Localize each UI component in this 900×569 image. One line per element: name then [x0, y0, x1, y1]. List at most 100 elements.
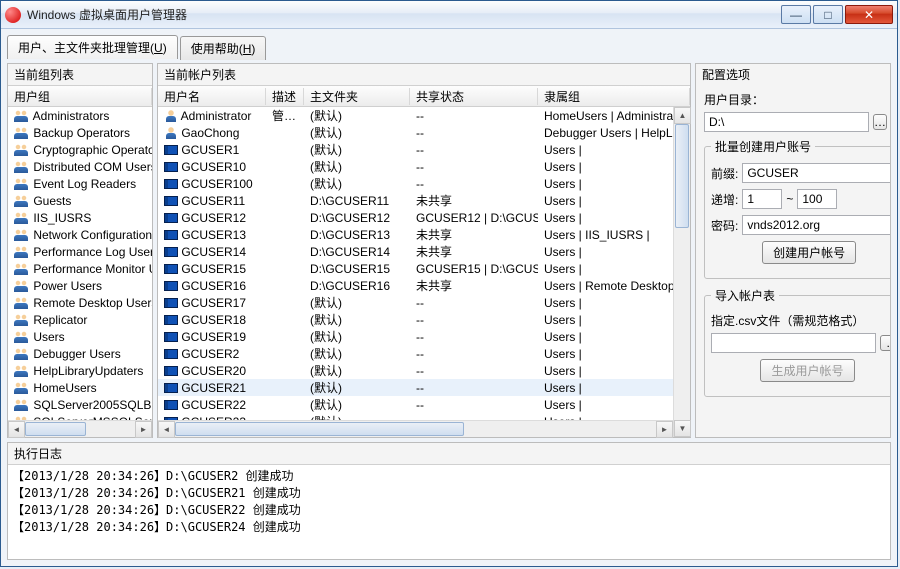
browse-csv-button[interactable]: … [880, 335, 890, 351]
password-input[interactable] [742, 215, 890, 235]
users-icon [14, 280, 30, 292]
user-row[interactable]: GCUSER20(默认)--Users | [158, 362, 673, 379]
scroll-h-left[interactable]: ◄ ► [8, 420, 152, 437]
log-title: 执行日志 [8, 443, 890, 464]
scroll-right-icon[interactable]: ► [656, 421, 673, 438]
log-line: 【2013/1/28 20:34:26】D:\GCUSER2 创建成功 [12, 467, 886, 484]
group-row[interactable]: HelpLibraryUpdaters [8, 362, 152, 379]
panel-config: 配置选项 用户目录： … 批量创建用户账号 前缀: 递增 [695, 63, 891, 438]
panel-users-title: 当前帐户列表 [158, 64, 690, 85]
scroll-up-icon[interactable]: ▲ [674, 107, 691, 124]
user-row[interactable]: GCUSER1(默认)--Users | [158, 141, 673, 158]
group-row[interactable]: HomeUsers [8, 379, 152, 396]
group-row[interactable]: Distributed COM Users [8, 158, 152, 175]
user-row[interactable]: GCUSER14D:\GCUSER14未共享Users | [158, 243, 673, 260]
col-home[interactable]: 主文件夹 [304, 88, 410, 105]
user-row[interactable]: GCUSER2(默认)--Users | [158, 345, 673, 362]
app-icon [5, 7, 21, 23]
scroll-left-icon[interactable]: ◄ [8, 421, 25, 438]
create-users-button[interactable]: 创建用户帐号 [762, 241, 856, 264]
group-row[interactable]: Performance Monitor Us [8, 260, 152, 277]
users-icon [14, 110, 30, 122]
account-icon [164, 179, 178, 189]
account-icon [164, 315, 178, 325]
log-body: 【2013/1/28 20:34:26】D:\GCUSER2 创建成功【2013… [8, 464, 890, 559]
users-icon [14, 212, 30, 224]
col-group[interactable]: 用户组 [8, 88, 152, 105]
csv-path-input[interactable] [711, 333, 876, 353]
userdir-input[interactable] [704, 112, 869, 132]
col-group[interactable]: 隶属组 [538, 88, 690, 105]
col-username[interactable]: 用户名 [158, 88, 266, 105]
group-row[interactable]: Guests [8, 192, 152, 209]
account-icon [164, 366, 178, 376]
group-row[interactable]: Cryptographic Operator [8, 141, 152, 158]
account-icon [164, 213, 178, 223]
users-icon [14, 161, 30, 173]
tab-help[interactable]: 使用帮助(H) [180, 36, 267, 60]
group-row[interactable]: Users [8, 328, 152, 345]
users-icon [14, 229, 30, 241]
scroll-right-icon[interactable]: ► [135, 421, 152, 438]
user-row[interactable]: GCUSER19(默认)--Users | [158, 328, 673, 345]
user-row[interactable]: GCUSER10(默认)--Users | [158, 158, 673, 175]
group-row[interactable]: Remote Desktop Users [8, 294, 152, 311]
users-icon [14, 399, 30, 411]
panel-config-title: 配置选项 [696, 64, 890, 85]
user-icon [164, 127, 178, 139]
import-fieldset: 导入帐户表 指定.csv文件（需规范格式） … 生成用户帐号 [704, 287, 890, 397]
tab-manage[interactable]: 用户、主文件夹批理管理(U) [7, 35, 178, 59]
account-icon [164, 247, 178, 257]
group-row[interactable]: Power Users [8, 277, 152, 294]
increment-to-input[interactable] [797, 189, 837, 209]
col-desc[interactable]: 描述 [266, 88, 304, 105]
user-row[interactable]: GaoChong(默认)--Debugger Users | HelpLibra… [158, 124, 673, 141]
close-button[interactable]: ✕ [845, 5, 893, 24]
generate-users-button[interactable]: 生成用户帐号 [760, 359, 854, 382]
tab-help-label: 使用帮助 [191, 42, 239, 56]
group-row[interactable]: Backup Operators [8, 124, 152, 141]
log-line: 【2013/1/28 20:34:26】D:\GCUSER21 创建成功 [12, 484, 886, 501]
user-row[interactable]: GCUSER100(默认)--Users | [158, 175, 673, 192]
col-share[interactable]: 共享状态 [410, 88, 538, 105]
panel-groups-title: 当前组列表 [8, 64, 152, 85]
scroll-left-icon[interactable]: ◄ [158, 421, 175, 438]
user-row[interactable]: GCUSER22(默认)--Users | [158, 396, 673, 413]
user-row[interactable]: GCUSER21(默认)--Users | [158, 379, 673, 396]
increment-from-input[interactable] [742, 189, 782, 209]
group-row[interactable]: SQLServer2005SQLBrow [8, 396, 152, 413]
user-icon [164, 110, 178, 122]
group-row[interactable]: SQLServerMSSQLServer [8, 413, 152, 420]
group-row[interactable]: Event Log Readers [8, 175, 152, 192]
batch-fieldset: 批量创建用户账号 前缀: 递增: ~ 密码: [704, 138, 890, 279]
user-row[interactable]: GCUSER13D:\GCUSER13未共享Users | IIS_IUSRS … [158, 226, 673, 243]
group-row[interactable]: Replicator [8, 311, 152, 328]
account-icon [164, 332, 178, 342]
group-row[interactable]: Administrators [8, 107, 152, 124]
user-row[interactable]: GCUSER12D:\GCUSER12GCUSER12 | D:\GCUSER1… [158, 209, 673, 226]
prefix-input[interactable] [742, 163, 890, 183]
user-row[interactable]: GCUSER17(默认)--Users | [158, 294, 673, 311]
user-row[interactable]: GCUSER11D:\GCUSER11未共享Users | [158, 192, 673, 209]
user-row[interactable]: Administrator管…(默认)--HomeUsers | Adminis… [158, 107, 673, 124]
users-icon [14, 144, 30, 156]
user-row[interactable]: GCUSER15D:\GCUSER15GCUSER15 | D:\GCUSER1… [158, 260, 673, 277]
minimize-button[interactable]: — [781, 5, 811, 24]
group-row[interactable]: Performance Log Users [8, 243, 152, 260]
users-icon [14, 348, 30, 360]
group-row[interactable]: Debugger Users [8, 345, 152, 362]
user-row[interactable]: GCUSER23(默认)--Users | [158, 413, 673, 420]
scroll-down-icon[interactable]: ▼ [674, 420, 691, 437]
account-icon [164, 264, 178, 274]
scroll-h-center[interactable]: ◄ ► [158, 420, 673, 437]
group-row[interactable]: Network Configuration O [8, 226, 152, 243]
user-row[interactable]: GCUSER18(默认)--Users | [158, 311, 673, 328]
panel-groups: 当前组列表 用户组 Administrators Backup Operator… [7, 63, 153, 438]
browse-dir-button[interactable]: … [873, 114, 887, 130]
user-row[interactable]: GCUSER16D:\GCUSER16未共享Users | Remote Des… [158, 277, 673, 294]
csv-label: 指定.csv文件（需规范格式） [711, 312, 890, 329]
users-icon [14, 297, 30, 309]
maximize-button[interactable]: □ [813, 5, 843, 24]
group-row[interactable]: IIS_IUSRS [8, 209, 152, 226]
scroll-v-center[interactable]: ▲ ▼ [673, 107, 690, 437]
